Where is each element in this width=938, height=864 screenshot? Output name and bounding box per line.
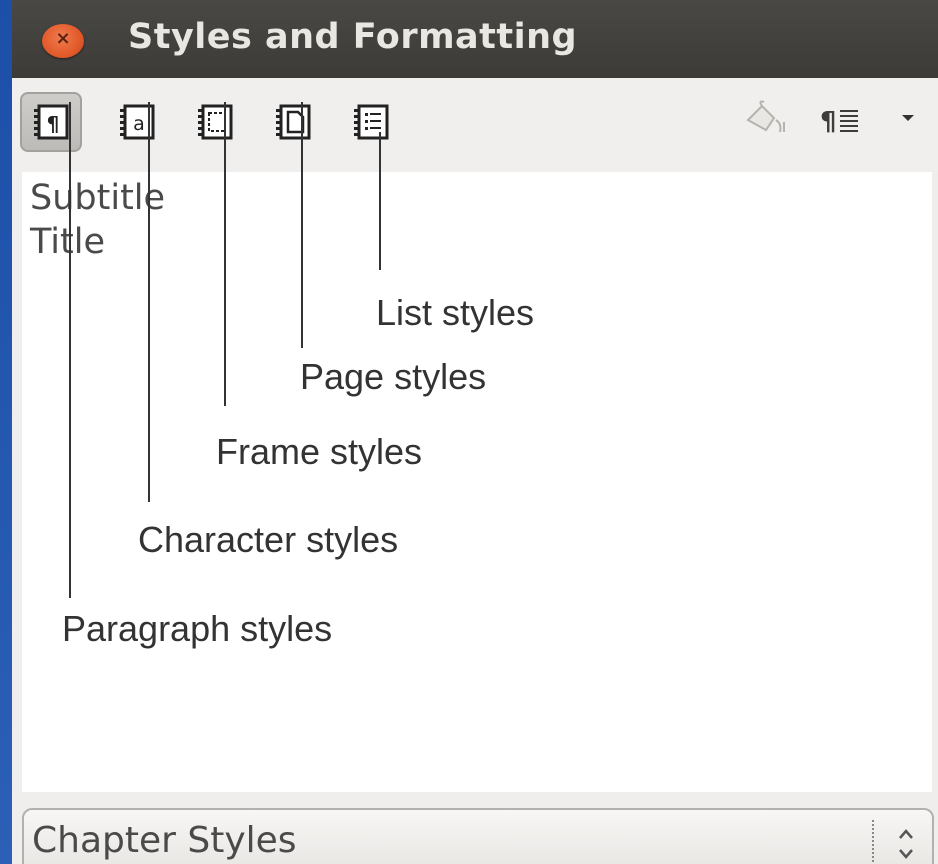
style-family-toolbar: ¶ a ¶ bbox=[12, 78, 938, 172]
new-style-from-selection-icon: ¶ bbox=[820, 107, 858, 137]
frame-styles-button[interactable] bbox=[184, 92, 246, 152]
new-style-from-selection-button[interactable]: ¶ bbox=[818, 102, 866, 142]
style-item-subtitle[interactable]: Subtitle bbox=[30, 178, 165, 218]
fill-format-mode-button[interactable] bbox=[740, 98, 796, 146]
list-styles-callout: List styles bbox=[376, 292, 535, 333]
paragraph-styles-icon: ¶ bbox=[34, 104, 69, 140]
character-styles-callout: Character styles bbox=[138, 519, 399, 560]
styles-and-formatting-window: × Styles and Formatting ¶ a ¶ Subtitle T… bbox=[12, 0, 938, 864]
style-item-title[interactable]: Title bbox=[30, 222, 105, 262]
title-bar: × Styles and Formatting bbox=[12, 0, 938, 78]
character-styles-button[interactable]: a bbox=[106, 92, 168, 152]
paragraph-styles-button[interactable]: ¶ bbox=[20, 92, 82, 152]
frame-styles-callout: Frame styles bbox=[216, 431, 423, 472]
page-styles-callout-line bbox=[301, 102, 303, 348]
window-title: Styles and Formatting bbox=[128, 17, 578, 57]
frame-styles-icon bbox=[198, 104, 233, 140]
toolbar-dropdown-button[interactable] bbox=[900, 110, 916, 129]
spin-arrows-icon[interactable] bbox=[896, 824, 916, 864]
combo-separator bbox=[872, 820, 874, 864]
list-styles-button[interactable] bbox=[340, 92, 402, 152]
character-styles-icon: a bbox=[120, 104, 155, 140]
page-styles-callout: Page styles bbox=[300, 356, 487, 397]
fill-format-mode-icon bbox=[746, 100, 785, 133]
character-styles-callout-line bbox=[148, 102, 150, 502]
list-styles-icon bbox=[354, 104, 389, 140]
list-styles-callout-line bbox=[379, 132, 381, 270]
page-styles-button[interactable] bbox=[262, 92, 324, 152]
page-styles-icon bbox=[276, 104, 311, 140]
svg-text:¶: ¶ bbox=[820, 107, 837, 137]
close-icon: × bbox=[55, 28, 71, 49]
dropdown-arrow-icon bbox=[902, 115, 914, 121]
close-button[interactable]: × bbox=[42, 24, 84, 58]
style-filter-select[interactable]: Chapter Styles bbox=[22, 808, 934, 864]
style-list[interactable]: Subtitle Title List styles Page styles F… bbox=[22, 102, 932, 792]
style-filter-value: Chapter Styles bbox=[32, 820, 297, 861]
svg-text:a: a bbox=[133, 113, 145, 135]
paragraph-styles-callout-line bbox=[69, 102, 71, 598]
frame-styles-callout-line bbox=[224, 102, 226, 406]
paragraph-styles-callout: Paragraph styles bbox=[62, 608, 333, 649]
svg-text:¶: ¶ bbox=[47, 112, 60, 136]
